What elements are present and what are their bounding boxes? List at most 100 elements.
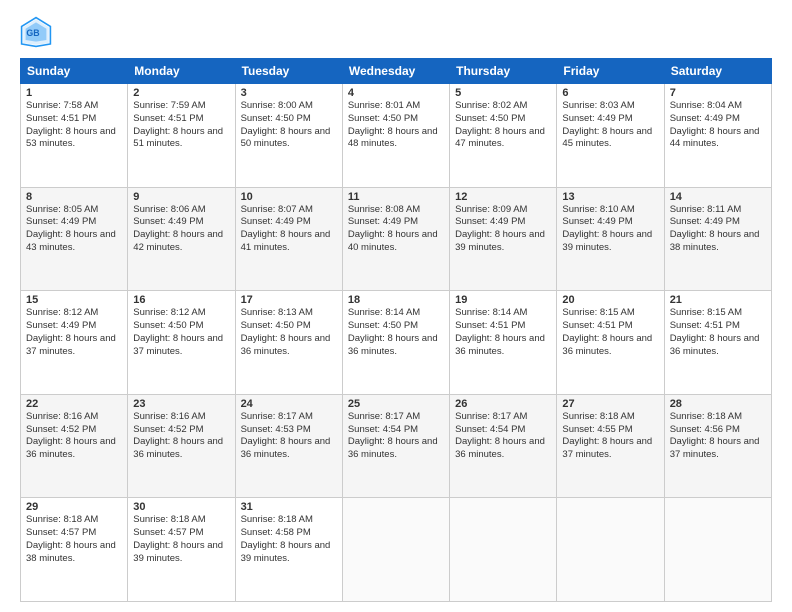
empty-cell [664,498,771,602]
day-info: Sunrise: 8:18 AM Sunset: 4:58 PM Dayligh… [241,514,337,565]
day-cell-7: 7 Sunrise: 8:04 AM Sunset: 4:49 PM Dayli… [664,84,771,188]
sunset-label: Sunset: 4:57 PM [26,527,96,538]
day-number: 31 [241,501,337,513]
sunrise-label: Sunrise: 8:16 AM [26,411,98,422]
daylight-label: Daylight: 8 hours and 44 minutes. [670,126,760,150]
sunrise-label: Sunrise: 8:14 AM [455,307,527,318]
col-header-monday: Monday [128,59,235,84]
col-header-thursday: Thursday [450,59,557,84]
week-row-3: 22 Sunrise: 8:16 AM Sunset: 4:52 PM Dayl… [21,394,772,498]
day-info: Sunrise: 8:18 AM Sunset: 4:56 PM Dayligh… [670,411,766,462]
daylight-label: Daylight: 8 hours and 36 minutes. [241,436,331,460]
day-cell-27: 27 Sunrise: 8:18 AM Sunset: 4:55 PM Dayl… [557,394,664,498]
daylight-label: Daylight: 8 hours and 37 minutes. [133,333,223,357]
daylight-label: Daylight: 8 hours and 37 minutes. [562,436,652,460]
sunrise-label: Sunrise: 8:16 AM [133,411,205,422]
day-info: Sunrise: 8:13 AM Sunset: 4:50 PM Dayligh… [241,307,337,358]
day-info: Sunrise: 8:06 AM Sunset: 4:49 PM Dayligh… [133,204,229,255]
day-number: 7 [670,87,766,99]
day-info: Sunrise: 8:16 AM Sunset: 4:52 PM Dayligh… [26,411,122,462]
sunrise-label: Sunrise: 8:11 AM [670,204,742,215]
day-number: 24 [241,398,337,410]
day-number: 13 [562,191,658,203]
day-cell-14: 14 Sunrise: 8:11 AM Sunset: 4:49 PM Dayl… [664,187,771,291]
day-cell-18: 18 Sunrise: 8:14 AM Sunset: 4:50 PM Dayl… [342,291,449,395]
sunrise-label: Sunrise: 8:05 AM [26,204,98,215]
sunrise-label: Sunrise: 8:18 AM [26,514,98,525]
day-cell-9: 9 Sunrise: 8:06 AM Sunset: 4:49 PM Dayli… [128,187,235,291]
sunset-label: Sunset: 4:49 PM [562,113,632,124]
daylight-label: Daylight: 8 hours and 36 minutes. [348,436,438,460]
day-info: Sunrise: 8:02 AM Sunset: 4:50 PM Dayligh… [455,100,551,151]
day-number: 6 [562,87,658,99]
daylight-label: Daylight: 8 hours and 51 minutes. [133,126,223,150]
day-number: 27 [562,398,658,410]
daylight-label: Daylight: 8 hours and 36 minutes. [241,333,331,357]
col-header-tuesday: Tuesday [235,59,342,84]
daylight-label: Daylight: 8 hours and 40 minutes. [348,229,438,253]
sunrise-label: Sunrise: 8:18 AM [241,514,313,525]
sunset-label: Sunset: 4:50 PM [348,320,418,331]
day-info: Sunrise: 8:16 AM Sunset: 4:52 PM Dayligh… [133,411,229,462]
day-info: Sunrise: 8:12 AM Sunset: 4:49 PM Dayligh… [26,307,122,358]
sunrise-label: Sunrise: 8:18 AM [670,411,742,422]
sunset-label: Sunset: 4:49 PM [670,216,740,227]
header: GB [20,16,772,48]
day-number: 30 [133,501,229,513]
day-info: Sunrise: 8:14 AM Sunset: 4:51 PM Dayligh… [455,307,551,358]
day-cell-23: 23 Sunrise: 8:16 AM Sunset: 4:52 PM Dayl… [128,394,235,498]
page: GB SundayMondayTuesdayWednesdayThursdayF… [0,0,792,612]
day-cell-22: 22 Sunrise: 8:16 AM Sunset: 4:52 PM Dayl… [21,394,128,498]
sunrise-label: Sunrise: 8:12 AM [133,307,205,318]
sunrise-label: Sunrise: 8:17 AM [455,411,527,422]
day-cell-30: 30 Sunrise: 8:18 AM Sunset: 4:57 PM Dayl… [128,498,235,602]
sunset-label: Sunset: 4:51 PM [562,320,632,331]
week-row-0: 1 Sunrise: 7:58 AM Sunset: 4:51 PM Dayli… [21,84,772,188]
daylight-label: Daylight: 8 hours and 36 minutes. [562,333,652,357]
day-cell-28: 28 Sunrise: 8:18 AM Sunset: 4:56 PM Dayl… [664,394,771,498]
day-number: 4 [348,87,444,99]
day-number: 19 [455,294,551,306]
sunset-label: Sunset: 4:49 PM [241,216,311,227]
day-info: Sunrise: 8:07 AM Sunset: 4:49 PM Dayligh… [241,204,337,255]
day-info: Sunrise: 8:00 AM Sunset: 4:50 PM Dayligh… [241,100,337,151]
sunset-label: Sunset: 4:51 PM [133,113,203,124]
daylight-label: Daylight: 8 hours and 50 minutes. [241,126,331,150]
day-number: 9 [133,191,229,203]
day-number: 1 [26,87,122,99]
logo-icon: GB [20,16,52,48]
daylight-label: Daylight: 8 hours and 38 minutes. [670,229,760,253]
day-info: Sunrise: 8:17 AM Sunset: 4:54 PM Dayligh… [455,411,551,462]
sunrise-label: Sunrise: 8:00 AM [241,100,313,111]
daylight-label: Daylight: 8 hours and 39 minutes. [562,229,652,253]
sunrise-label: Sunrise: 8:12 AM [26,307,98,318]
daylight-label: Daylight: 8 hours and 36 minutes. [670,333,760,357]
sunset-label: Sunset: 4:50 PM [241,113,311,124]
sunrise-label: Sunrise: 8:15 AM [562,307,634,318]
sunset-label: Sunset: 4:58 PM [241,527,311,538]
day-cell-1: 1 Sunrise: 7:58 AM Sunset: 4:51 PM Dayli… [21,84,128,188]
daylight-label: Daylight: 8 hours and 39 minutes. [455,229,545,253]
daylight-label: Daylight: 8 hours and 37 minutes. [26,333,116,357]
daylight-label: Daylight: 8 hours and 36 minutes. [26,436,116,460]
calendar-table: SundayMondayTuesdayWednesdayThursdayFrid… [20,58,772,602]
sunrise-label: Sunrise: 8:09 AM [455,204,527,215]
col-header-sunday: Sunday [21,59,128,84]
day-number: 18 [348,294,444,306]
daylight-label: Daylight: 8 hours and 53 minutes. [26,126,116,150]
sunset-label: Sunset: 4:52 PM [26,424,96,435]
day-number: 28 [670,398,766,410]
sunset-label: Sunset: 4:52 PM [133,424,203,435]
daylight-label: Daylight: 8 hours and 48 minutes. [348,126,438,150]
day-info: Sunrise: 8:18 AM Sunset: 4:57 PM Dayligh… [133,514,229,565]
sunset-label: Sunset: 4:49 PM [562,216,632,227]
day-cell-4: 4 Sunrise: 8:01 AM Sunset: 4:50 PM Dayli… [342,84,449,188]
day-number: 8 [26,191,122,203]
day-number: 2 [133,87,229,99]
daylight-label: Daylight: 8 hours and 36 minutes. [455,333,545,357]
sunrise-label: Sunrise: 8:18 AM [562,411,634,422]
day-info: Sunrise: 8:17 AM Sunset: 4:53 PM Dayligh… [241,411,337,462]
day-cell-11: 11 Sunrise: 8:08 AM Sunset: 4:49 PM Dayl… [342,187,449,291]
day-number: 15 [26,294,122,306]
day-info: Sunrise: 8:18 AM Sunset: 4:55 PM Dayligh… [562,411,658,462]
